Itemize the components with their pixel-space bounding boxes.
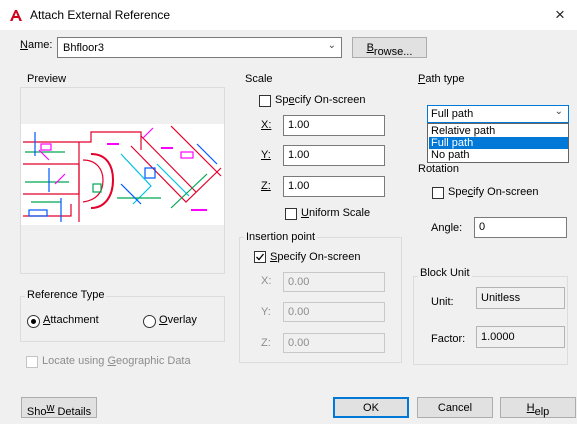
path-type-value: Full path: [431, 108, 474, 120]
show-details-button[interactable]: Show Details: [21, 397, 97, 418]
attachment-label: Attachment: [43, 314, 99, 326]
rotation-specify-label: Specify On-screen: [448, 186, 539, 198]
cancel-button[interactable]: Cancel: [417, 397, 493, 418]
path-type-dropdown-list: Relative path Full path No path: [427, 123, 569, 163]
scale-specify-checkbox[interactable]: [259, 95, 271, 107]
name-combobox[interactable]: Bhfloor3 ⌄: [57, 37, 342, 58]
overlay-radio[interactable]: [143, 315, 156, 328]
insertion-specify-label: Specify On-screen: [270, 251, 361, 263]
attachment-radio[interactable]: [27, 315, 40, 328]
factor-label: Factor:: [431, 333, 466, 345]
path-type-combobox[interactable]: Full path ⌄: [427, 105, 569, 123]
name-label: Name:: [20, 39, 53, 51]
rotation-specify-checkbox[interactable]: [432, 187, 444, 199]
insertion-z-label: Z:: [261, 337, 271, 349]
help-button[interactable]: Help: [500, 397, 576, 418]
unit-value-box: Unitless: [476, 287, 565, 309]
browse-button[interactable]: Browse...: [352, 37, 427, 58]
scale-specify-label: Specify On-screen: [275, 94, 366, 106]
insertion-point-title: Insertion point: [244, 231, 318, 243]
chevron-down-icon: ⌄: [554, 106, 563, 117]
uniform-scale-checkbox[interactable]: [285, 208, 297, 220]
ok-button[interactable]: OK: [333, 397, 409, 418]
geographic-label: Locate using Geographic Data: [42, 355, 191, 367]
name-value: Bhfloor3: [63, 42, 104, 54]
scale-z-label: Z:: [261, 180, 271, 192]
checkmark-icon: [256, 253, 265, 261]
uniform-scale-label: Uniform Scale: [301, 207, 371, 219]
insertion-specify-checkbox[interactable]: [254, 251, 266, 263]
overlay-label: Overlay: [159, 314, 197, 326]
path-option-full[interactable]: Full path: [429, 137, 568, 149]
preview-title: Preview: [27, 73, 67, 85]
scale-z-input[interactable]: 1.00: [283, 176, 385, 197]
scale-y-input[interactable]: 1.00: [283, 145, 385, 166]
radio-selected-dot: [31, 319, 36, 324]
drawing-preview-image: [21, 124, 224, 225]
angle-label: Angle:: [431, 222, 463, 234]
insertion-y-input: 0.00: [283, 302, 385, 322]
close-icon[interactable]: ×: [548, 4, 572, 26]
angle-input[interactable]: 0: [474, 217, 567, 238]
insertion-x-input: 0.00: [283, 272, 385, 292]
scale-title: Scale: [245, 73, 273, 85]
insertion-z-input: 0.00: [283, 333, 385, 353]
unit-label: Unit:: [431, 296, 454, 308]
block-unit-title: Block Unit: [418, 267, 472, 279]
geographic-checkbox: [26, 356, 38, 368]
path-type-title: Path type: [418, 73, 465, 85]
insertion-y-label: Y:: [261, 306, 271, 318]
chevron-down-icon: ⌄: [327, 40, 336, 51]
path-option-none[interactable]: No path: [429, 149, 568, 161]
scale-y-label: Y:: [261, 149, 271, 161]
rotation-title: Rotation: [418, 163, 459, 175]
scale-x-input[interactable]: 1.00: [283, 115, 385, 136]
path-option-relative[interactable]: Relative path: [429, 125, 568, 137]
autocad-a-icon: [9, 9, 23, 22]
scale-x-label: X:: [261, 119, 272, 131]
reference-type-title: Reference Type: [25, 289, 107, 301]
factor-value-box: 1.0000: [476, 326, 565, 348]
window-title: Attach External Reference: [30, 8, 171, 22]
insertion-x-label: X:: [261, 275, 272, 287]
